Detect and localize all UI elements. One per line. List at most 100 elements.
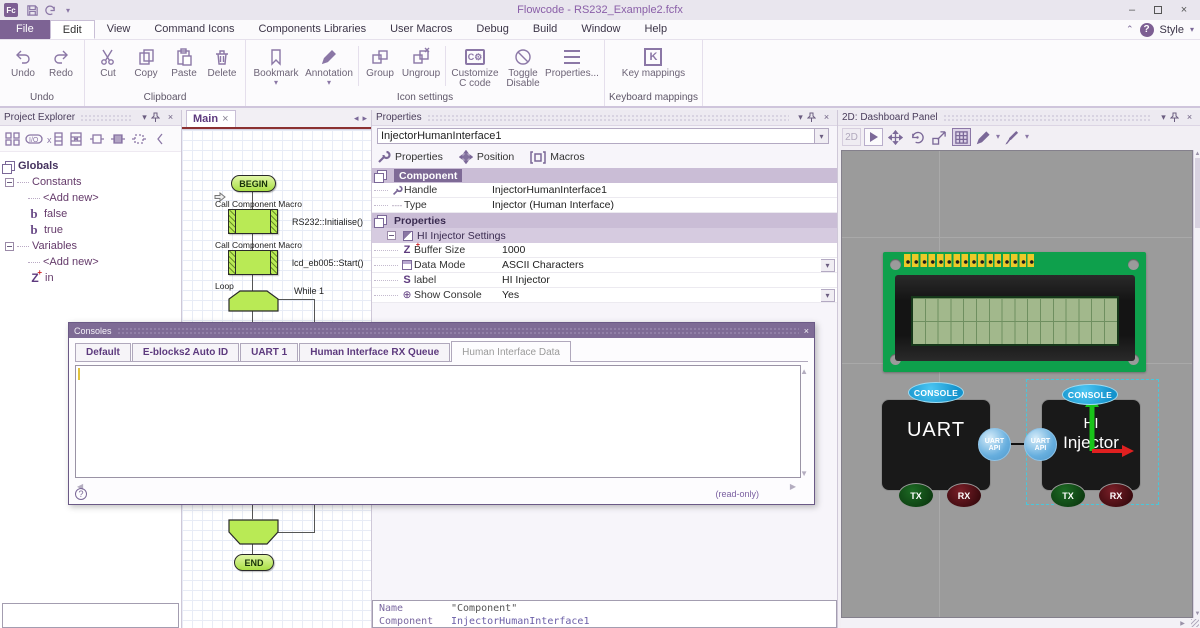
close-dialog-icon[interactable]: × <box>804 326 809 336</box>
end-node[interactable]: END <box>234 554 274 571</box>
menu-command-icons[interactable]: Command Icons <box>142 20 246 39</box>
hatched-block-icon[interactable] <box>109 130 127 148</box>
pin-icon[interactable] <box>807 112 820 123</box>
console-scroll-up-icon[interactable]: ▲ <box>800 367 808 376</box>
pin-icon[interactable] <box>151 112 164 123</box>
paste-button[interactable]: Paste <box>165 42 203 79</box>
consoles-dialog[interactable]: Consoles × Default E-blocks2 Auto ID UAR… <box>68 322 815 505</box>
redo-qat-icon[interactable] <box>41 2 59 18</box>
close-panel-icon[interactable]: × <box>1183 111 1196 124</box>
menu-build[interactable]: Build <box>521 20 569 39</box>
component-box-icon[interactable] <box>67 130 85 148</box>
tree-item-add-variable[interactable]: <Add new> <box>2 254 179 270</box>
restore-button[interactable] <box>1146 1 1170 19</box>
copy-button[interactable]: Copy <box>127 42 165 79</box>
mode-2d-button[interactable]: 2D <box>842 128 861 146</box>
tab-scroll-left-icon[interactable]: ◂ <box>354 113 359 124</box>
rotate-tool-icon[interactable] <box>908 128 927 146</box>
console-help-icon[interactable]: ? <box>75 488 87 500</box>
dashed-block-icon[interactable] <box>130 130 148 148</box>
macro1-node[interactable] <box>228 209 278 234</box>
menu-view[interactable]: View <box>95 20 143 39</box>
input-block-icon[interactable] <box>88 130 106 148</box>
menu-components-libraries[interactable]: Components Libraries <box>246 20 378 39</box>
brush-tool-icon[interactable] <box>1003 128 1022 146</box>
collapse-icon[interactable] <box>5 178 14 187</box>
scroll-right-icon[interactable]: ▶ <box>1179 620 1186 627</box>
panel-menu-icon[interactable]: ▾ <box>1157 111 1170 124</box>
scroll-down-icon[interactable]: ▼ <box>1194 611 1200 617</box>
group-button[interactable]: Group <box>361 42 399 79</box>
menu-edit[interactable]: Edit <box>50 20 95 39</box>
key-mappings-button[interactable]: K Key mappings <box>619 42 687 79</box>
console-tab-rx-queue[interactable]: Human Interface RX Queue <box>299 343 450 361</box>
console-tab-eblocks[interactable]: E-blocks2 Auto ID <box>132 343 239 361</box>
move-tool-icon[interactable] <box>886 128 905 146</box>
begin-node[interactable]: BEGIN <box>231 175 276 192</box>
cut-button[interactable]: Cut <box>89 42 127 79</box>
close-panel-icon[interactable]: × <box>164 111 177 124</box>
tab-properties[interactable]: Properties <box>377 150 443 164</box>
collapse-ribbon-icon[interactable]: ⌃ <box>1126 24 1134 35</box>
property-row-buffer-size[interactable]: Z+ Buffer Size 1000 <box>372 243 837 258</box>
close-button[interactable]: × <box>1172 1 1196 19</box>
injector-api-port[interactable]: UART API <box>1024 428 1057 461</box>
scroll-up-icon[interactable]: ▲ <box>1194 151 1200 157</box>
tree-item-true[interactable]: b true <box>2 222 179 238</box>
show-console-dropdown-icon[interactable]: ▾ <box>821 289 835 302</box>
brush-caret-icon[interactable]: ▾ <box>1025 133 1029 141</box>
console-output-area[interactable] <box>75 365 801 478</box>
name-dropdown-icon[interactable]: ▾ <box>815 128 829 144</box>
tree-item-variables[interactable]: Variables <box>2 238 179 254</box>
loop-end-node[interactable] <box>228 519 279 545</box>
property-row-label[interactable]: S label HI Injector <box>372 273 837 288</box>
uart-tx-pin[interactable]: TX <box>898 483 934 508</box>
menu-user-macros[interactable]: User Macros <box>378 20 464 39</box>
qat-dropdown-icon[interactable]: ▾ <box>59 2 77 18</box>
delete-button[interactable]: Delete <box>203 42 241 79</box>
tree-item-constants[interactable]: Constants <box>2 174 179 190</box>
uart-api-port[interactable]: UART API <box>978 428 1011 461</box>
undo-button[interactable]: Undo <box>4 42 42 79</box>
style-menu[interactable]: Style <box>1160 24 1184 36</box>
minimize-button[interactable]: – <box>1120 1 1144 19</box>
console-tab-default[interactable]: Default <box>75 343 131 361</box>
tree-item-false[interactable]: b false <box>2 206 179 222</box>
expression-icon[interactable]: x <box>46 130 64 148</box>
component-section-header[interactable]: Component <box>372 168 837 183</box>
bookmark-button[interactable]: Bookmark ▾ <box>250 42 302 87</box>
settings-group-header[interactable]: HI Injector Settings <box>372 228 837 243</box>
injector-console-badge[interactable]: CONSOLE <box>1062 384 1118 405</box>
annotation-button[interactable]: Annotation ▾ <box>302 42 356 87</box>
dashboard-canvas[interactable]: UART CONSOLE TX RX UART API HI Injector … <box>841 150 1193 618</box>
data-mode-dropdown-icon[interactable]: ▾ <box>821 259 835 272</box>
tree-item-globals[interactable]: Globals <box>2 158 179 174</box>
collapse-icon[interactable] <box>387 231 396 240</box>
property-row-type[interactable]: ---- Type Injector (Human Interface) <box>372 198 837 213</box>
console-tab-data[interactable]: Human Interface Data <box>451 341 571 362</box>
menu-window[interactable]: Window <box>569 20 632 39</box>
menu-debug[interactable]: Debug <box>464 20 520 39</box>
scale-tool-icon[interactable] <box>930 128 949 146</box>
property-row-handle[interactable]: Handle InjectorHumanInterface1 <box>372 183 837 198</box>
pen-caret-icon[interactable]: ▾ <box>996 133 1000 141</box>
toggle-disable-button[interactable]: Toggle Disable <box>502 42 544 89</box>
console-tab-uart1[interactable]: UART 1 <box>240 343 298 361</box>
chevron-left-icon[interactable] <box>151 130 169 148</box>
scrollbar-thumb[interactable] <box>1195 158 1200 228</box>
injector-rx-pin[interactable]: RX <box>1098 483 1134 508</box>
tab-scroll-right-icon[interactable]: ▸ <box>362 113 367 124</box>
dashboard-horizontal-scrollbar[interactable]: ▶ <box>841 618 1200 628</box>
pin-icon[interactable] <box>1170 112 1183 123</box>
redo-button[interactable]: Redo <box>42 42 80 79</box>
tree-item-in[interactable]: Z+ in <box>2 270 179 286</box>
customize-c-code-button[interactable]: C⚙ Customize C code <box>448 42 502 89</box>
tab-macros[interactable]: Macros <box>530 151 584 164</box>
dashboard-vertical-scrollbar[interactable]: ▲ ▼ <box>1193 150 1200 618</box>
properties-button[interactable]: Properties... <box>544 42 600 79</box>
close-tab-icon[interactable]: × <box>222 113 228 125</box>
panel-menu-icon[interactable]: ▾ <box>138 111 151 124</box>
tab-position[interactable]: Position <box>459 150 514 164</box>
loop-start-node[interactable] <box>228 290 279 312</box>
ungroup-button[interactable]: Ungroup <box>399 42 443 79</box>
